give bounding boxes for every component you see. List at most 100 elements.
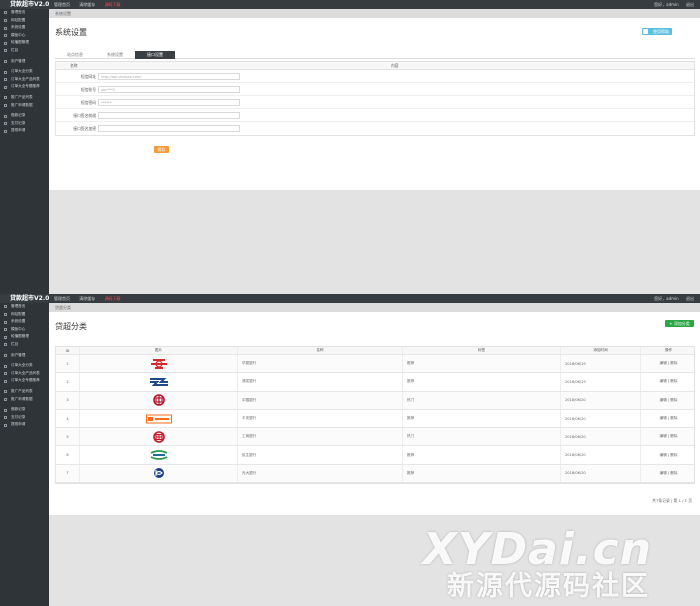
app-logo[interactable]: 贷款超市V2.0	[10, 1, 49, 8]
row-actions[interactable]: 编辑 | 删除	[641, 410, 696, 427]
page-title: 系统设置	[55, 28, 87, 37]
sidebar-item-carousel[interactable]: 轮播图管理	[0, 333, 49, 341]
tab-site-info[interactable]: 站点信息	[55, 51, 95, 59]
sidebar-item-order-topics[interactable]: 订单大全专题推荐	[0, 83, 49, 91]
bank-logo-icon	[146, 394, 172, 407]
nav-home[interactable]: 管理首页	[54, 2, 70, 7]
row-actions[interactable]: 编辑 | 删除	[641, 465, 696, 482]
table-row: 5 工商银行 热门 2018/06/20 编辑 | 删除	[56, 428, 696, 447]
save-button[interactable]: 保存	[154, 146, 169, 153]
row-tag: 推荐	[403, 355, 561, 373]
sidebar-item-promo-data[interactable]: 推广申请数据	[0, 102, 49, 110]
sidebar: 管理首页 网站配置 系统设置 模板中心 轮播图管理 栏目 用户管理 订单大全分类…	[0, 9, 49, 294]
sidebar-item-users[interactable]: 用户管理	[0, 352, 49, 360]
sidebar-item-order-products[interactable]: 订单大全产品列表	[0, 370, 49, 378]
sidebar-item-promo-products[interactable]: 推广产品列表	[0, 94, 49, 102]
grid-icon	[4, 379, 7, 383]
row-id: 4	[56, 409, 80, 428]
top-bar: 贷款超市V2.0 管理首页 清除缓存 源码下载 您好，admin 退出	[0, 0, 700, 9]
row-image	[80, 428, 238, 446]
sidebar-item-order-categories[interactable]: 订单大全分类	[0, 362, 49, 370]
sign-prefix-input[interactable]	[98, 112, 240, 119]
main-content: 系统设置 系统设置 使用帮助 站点信息 系统设置 接口设置 名称 内容 短信网址…	[49, 9, 700, 294]
nav-home[interactable]: 管理首页	[54, 296, 70, 301]
row-id: 5	[56, 428, 80, 446]
sidebar-item-home[interactable]: 管理首页	[0, 303, 49, 311]
settings-icon	[4, 26, 7, 30]
sidebar-item-site-config[interactable]: 网站配置	[0, 17, 49, 25]
sidebar-item-loans[interactable]: 借款记录	[0, 406, 49, 414]
sidebar-item-templates[interactable]: 模板中心	[0, 32, 49, 40]
sidebar-item-order-categories[interactable]: 订单大全分类	[0, 68, 49, 76]
settings-icon	[4, 320, 7, 324]
sidebar-item-system-settings[interactable]: 系统设置	[0, 24, 49, 32]
nav-clear-cache[interactable]: 清除缓存	[79, 2, 95, 7]
sidebar-item-users[interactable]: 用户管理	[0, 58, 49, 66]
sidebar-item-payments[interactable]: 支付记录	[0, 120, 49, 128]
field-label: 接口签名前缀	[73, 113, 96, 118]
data-icon	[4, 103, 7, 107]
sidebar-item-home[interactable]: 管理首页	[0, 9, 49, 17]
watermark-subtext: 新源代源码社区	[447, 571, 650, 602]
sms-account-input[interactable]: abc***0	[98, 86, 240, 93]
logout-link[interactable]: 退出	[686, 296, 694, 301]
config-icon	[4, 18, 7, 22]
sidebar-item-payments[interactable]: 支付记录	[0, 414, 49, 422]
sidebar-item-loans[interactable]: 借款记录	[0, 112, 49, 120]
header-content: 内容	[391, 63, 399, 68]
row-time: 2018/06/20	[561, 391, 641, 409]
sidebar-item-templates[interactable]: 模板中心	[0, 326, 49, 334]
row-name: 浦发银行	[238, 373, 403, 391]
config-icon	[4, 312, 7, 316]
record-icon	[4, 114, 7, 118]
field-label: 短信网址	[80, 74, 96, 79]
tab-system-settings[interactable]: 系统设置	[95, 51, 135, 59]
sidebar-item-columns[interactable]: 栏目	[0, 341, 49, 349]
row-actions[interactable]: 编辑 | 删除	[641, 428, 696, 445]
greeting: 您好，admin	[654, 2, 679, 7]
table-header: 名称 内容	[56, 62, 694, 70]
header-id: ID	[56, 347, 80, 354]
promo-icon	[4, 96, 7, 100]
grid-icon	[4, 372, 7, 376]
field-label: 接口签名加密	[73, 126, 96, 131]
sidebar-item-order-topics[interactable]: 订单大全专题推荐	[0, 377, 49, 385]
row-time: 2018/06/20	[561, 409, 641, 428]
logout-link[interactable]: 退出	[686, 2, 694, 7]
row-actions[interactable]: 编辑 | 删除	[641, 392, 696, 409]
sign-encrypt-input[interactable]	[98, 125, 240, 132]
help-button[interactable]: 使用帮助	[642, 28, 672, 35]
tab-api-settings[interactable]: 接口设置	[135, 51, 175, 59]
sidebar-item-withdrawals[interactable]: 提现申请	[0, 127, 49, 135]
row-actions[interactable]: 编辑 | 删除	[641, 446, 696, 463]
sidebar-item-promo-data[interactable]: 推广申请数据	[0, 396, 49, 404]
watermark-text: XYDai.cn	[422, 524, 652, 575]
row-image	[80, 355, 238, 373]
nav-source-download[interactable]: 源码下载	[105, 2, 121, 7]
image-icon	[4, 41, 7, 45]
app-logo[interactable]: 贷款超市V2.0	[10, 295, 49, 302]
row-actions[interactable]: 编辑 | 删除	[641, 373, 696, 390]
table-row: 1 华夏银行 推荐 2018/06/19 编辑 | 删除	[56, 355, 696, 374]
user-info: 您好，admin 退出	[648, 2, 694, 7]
nav-source-download[interactable]: 源码下载	[105, 296, 121, 301]
nav-clear-cache[interactable]: 清除缓存	[79, 296, 95, 301]
home-icon	[4, 305, 7, 309]
sidebar-item-order-products[interactable]: 订单大全产品列表	[0, 76, 49, 84]
bank-logo-icon	[146, 449, 172, 461]
sidebar-item-withdrawals[interactable]: 提现申请	[0, 421, 49, 429]
row-actions[interactable]: 编辑 | 删除	[641, 355, 696, 372]
add-category-button[interactable]: + 添加分类	[665, 320, 694, 327]
sidebar-item-promo-products[interactable]: 推广产品列表	[0, 388, 49, 396]
sms-url-input[interactable]: http://api.smsbao.com/	[98, 73, 240, 80]
header-tag: 标签	[403, 347, 561, 354]
record-icon	[4, 408, 7, 412]
header-name: 名称	[70, 63, 78, 68]
sidebar-item-site-config[interactable]: 网站配置	[0, 311, 49, 319]
sidebar-item-columns[interactable]: 栏目	[0, 47, 49, 55]
sidebar-item-system-settings[interactable]: 系统设置	[0, 318, 49, 326]
sms-password-input[interactable]: ******	[98, 99, 240, 106]
sidebar-item-carousel[interactable]: 轮播图管理	[0, 39, 49, 47]
bank-logo-icon	[145, 413, 172, 425]
check-icon	[4, 364, 7, 368]
